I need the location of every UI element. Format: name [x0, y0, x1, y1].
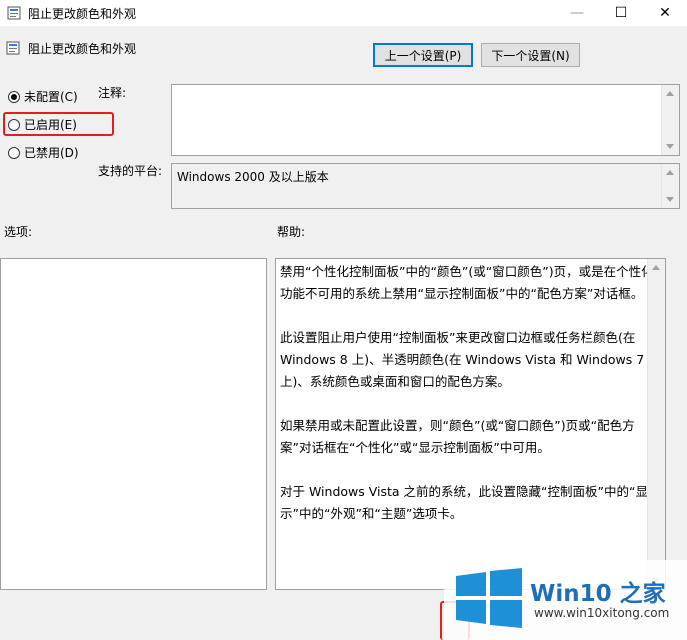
policy-title: 阻止更改颜色和外观 — [28, 42, 137, 56]
options-pane[interactable] — [0, 258, 267, 590]
radio-label: 已启用(E) — [24, 118, 77, 132]
comment-textarea[interactable] — [171, 84, 680, 156]
watermark-url: www.win10xitong.com — [534, 606, 670, 620]
minimize-button[interactable]: — — [555, 0, 599, 26]
windows-logo-icon — [456, 568, 522, 628]
scroll-up-icon[interactable] — [666, 170, 674, 175]
scroll-up-icon[interactable] — [652, 265, 660, 270]
platform-field: Windows 2000 及以上版本 — [171, 163, 680, 209]
maximize-button[interactable]: ☐ — [599, 0, 643, 26]
watermark-brand: Win10 之家 — [530, 581, 666, 607]
radio-checked-icon — [8, 90, 20, 103]
help-text: 禁用“个性化控制面板”中的“颜色”(或“窗口颜色”)页，或是在个性化功能不可用的… — [280, 264, 654, 521]
scroll-up-icon[interactable] — [666, 91, 674, 96]
platform-value: Windows 2000 及以上版本 — [177, 170, 329, 184]
close-button[interactable]: ✕ — [643, 0, 687, 26]
radio-unchecked-icon — [8, 146, 20, 159]
comment-label: 注释: — [98, 86, 127, 100]
options-label: 选项: — [4, 225, 33, 239]
watermark: Win10 之家 www.win10xitong.com — [444, 560, 687, 640]
radio-not-configured[interactable]: 未配置(C) — [8, 88, 78, 105]
platform-scrollbar[interactable] — [661, 164, 679, 208]
radio-enabled[interactable]: 已启用(E) — [8, 116, 77, 133]
radio-disabled[interactable]: 已禁用(D) — [8, 144, 79, 161]
help-scrollbar[interactable] — [647, 259, 665, 589]
previous-setting-button[interactable]: 上一个设置(P) — [373, 43, 473, 67]
radio-label: 未配置(C) — [24, 90, 78, 104]
window-title: 阻止更改颜色和外观 — [28, 7, 137, 21]
next-setting-button[interactable]: 下一个设置(N) — [481, 43, 580, 67]
radio-unchecked-icon — [8, 118, 20, 131]
comment-scrollbar[interactable] — [661, 85, 679, 155]
help-pane[interactable]: 禁用“个性化控制面板”中的“颜色”(或“窗口颜色”)页，或是在个性化功能不可用的… — [275, 258, 666, 590]
platform-label: 支持的平台: — [98, 164, 163, 178]
scroll-down-icon[interactable] — [666, 197, 674, 202]
radio-label: 已禁用(D) — [24, 146, 79, 160]
title-bar: 阻止更改颜色和外观 — ☐ ✕ — [0, 0, 687, 26]
help-label: 帮助: — [277, 225, 306, 239]
policy-icon — [7, 6, 21, 20]
policy-setting-icon — [6, 41, 20, 55]
scroll-down-icon[interactable] — [666, 144, 674, 149]
